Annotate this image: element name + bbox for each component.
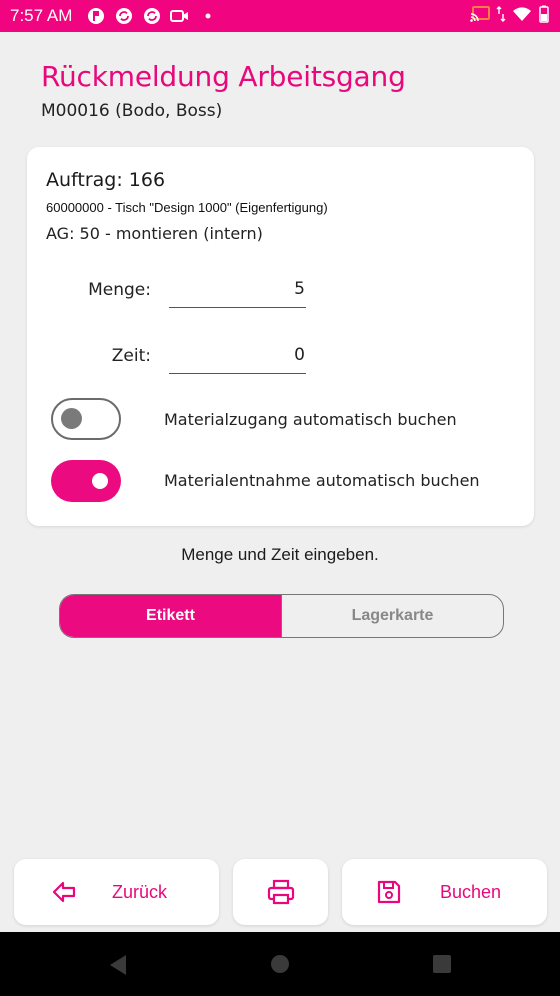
book-button[interactable]: Buchen — [342, 859, 547, 925]
material-out-label: Materialentnahme automatisch buchen — [164, 471, 480, 490]
segment-etikett[interactable]: Etikett — [60, 595, 281, 637]
order-number: Auftrag: 166 — [46, 169, 166, 191]
time-input[interactable] — [169, 340, 306, 374]
print-button[interactable] — [233, 859, 328, 925]
nav-back-icon[interactable] — [108, 954, 128, 980]
status-time: 7:57 AM — [10, 6, 73, 25]
back-button[interactable]: Zurück — [14, 859, 219, 925]
dot-icon — [198, 6, 218, 26]
printer-icon — [267, 878, 295, 906]
quantity-input[interactable] — [169, 274, 306, 308]
quantity-label: Menge: — [88, 280, 151, 300]
time-label: Zeit: — [111, 346, 151, 366]
toggle-knob — [92, 473, 108, 489]
book-button-label: Buchen — [440, 881, 502, 902]
back-button-label: Zurück — [112, 881, 168, 902]
flag-app-icon — [86, 6, 106, 26]
wifi-icon — [512, 6, 532, 26]
material-in-toggle[interactable] — [51, 398, 121, 440]
data-arrows-icon — [496, 6, 506, 26]
article-description: 60000000 - Tisch "Design 1000" (Eigenfer… — [46, 200, 328, 215]
nav-home-icon[interactable] — [270, 954, 290, 978]
hint-text: Menge und Zeit eingeben. — [181, 545, 379, 564]
material-in-label: Materialzugang automatisch buchen — [164, 410, 457, 429]
video-icon — [170, 6, 190, 26]
arrow-left-icon — [50, 878, 78, 906]
segment-lagerkarte[interactable]: Lagerkarte — [281, 595, 503, 637]
sync-icon — [142, 6, 162, 26]
operation-description: AG: 50 - montieren (intern) — [46, 224, 263, 243]
page-title: Rückmeldung Arbeitsgang — [41, 60, 406, 93]
save-icon — [375, 878, 403, 906]
battery-icon — [538, 5, 550, 27]
toggle-knob — [61, 408, 82, 429]
print-type-segmented-control: Etikett Lagerkarte — [59, 594, 504, 638]
cast-icon — [470, 6, 490, 26]
status-bar: 7:57 AM — [0, 0, 560, 32]
operation-card: Auftrag: 166 60000000 - Tisch "Design 10… — [27, 147, 534, 526]
system-nav-bar — [0, 932, 560, 996]
material-out-toggle[interactable] — [51, 460, 121, 502]
page-subtitle: M00016 (Bodo, Boss) — [41, 101, 223, 121]
nav-recents-icon[interactable] — [432, 954, 452, 978]
sync-icon — [114, 6, 134, 26]
